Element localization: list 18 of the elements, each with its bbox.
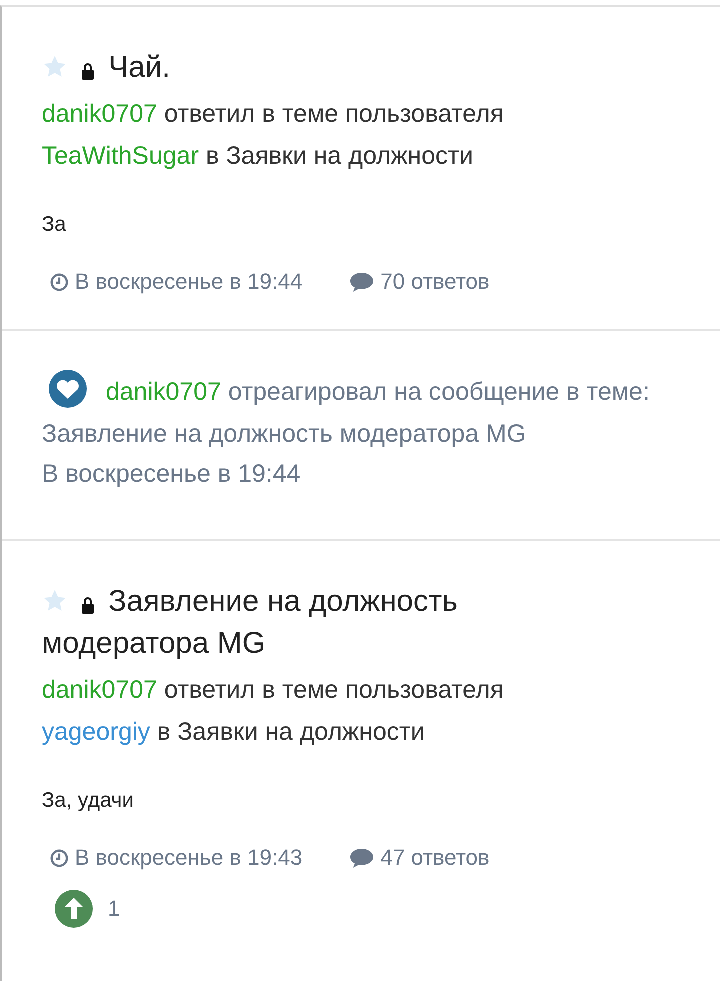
post-snippet: За, удачи xyxy=(42,789,135,814)
author-link[interactable]: yageorgiy xyxy=(42,718,150,746)
reaction-count: 1 xyxy=(108,896,120,922)
reaction-text: danik0707 отреагировал на сообщение в теме: Заявление на должность модератора MG xyxy=(42,371,650,456)
reply-count: 70 ответов xyxy=(380,269,490,295)
activity-text: danik0707 ответил в теме пользователя yageorgiy в Заявки на должности xyxy=(42,675,505,748)
user-link[interactable]: danik0707 xyxy=(42,100,158,128)
user-link[interactable]: danik0707 xyxy=(42,676,158,704)
topic-title[interactable]: Заявление на должность модератора MG xyxy=(42,581,610,666)
user-link[interactable]: danik0707 xyxy=(106,378,222,406)
topic-title[interactable]: Чай. xyxy=(42,47,610,89)
post-snippet: За xyxy=(42,213,68,237)
author-link[interactable]: TeaWithSugar xyxy=(42,142,200,170)
reaction-time: В воскресенье в 19:44 xyxy=(42,459,302,490)
post-time: В воскресенье в 19:44 xyxy=(75,269,303,295)
post-time: В воскресенье в 19:43 xyxy=(75,845,303,872)
activity-text: danik0707 ответил в теме пользователя TeaWithSugar в Заявки на должности xyxy=(42,99,505,172)
reply-count: 47 ответов xyxy=(380,845,490,872)
